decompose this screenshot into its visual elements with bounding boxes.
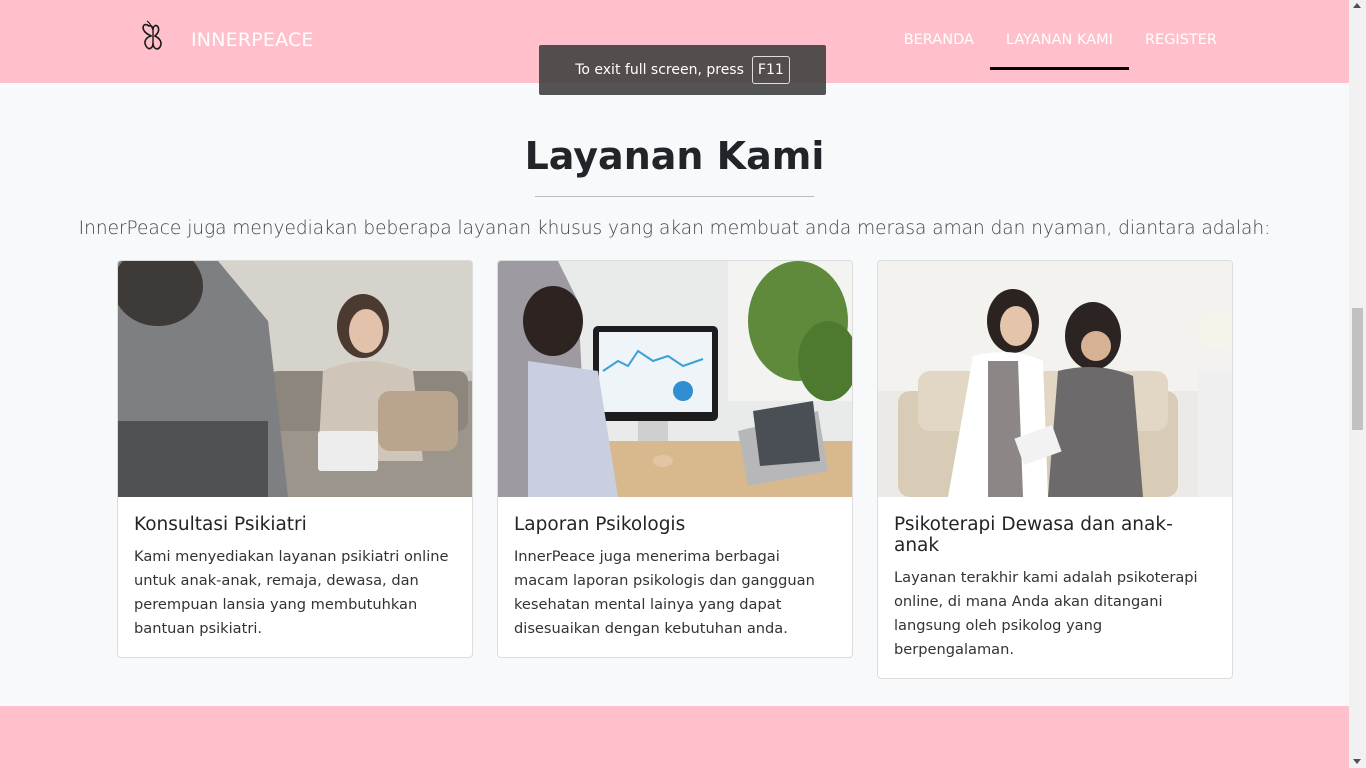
- butterfly-icon: [142, 20, 162, 50]
- scroll-up-icon[interactable]: [1353, 3, 1361, 8]
- fullscreen-toast-text: To exit full screen, press: [575, 62, 744, 78]
- card-image: [118, 261, 472, 497]
- service-card: Laporan Psikologis InnerPeace juga mener…: [497, 260, 853, 658]
- brand-name: INNERPEACE: [191, 29, 314, 51]
- scroll-down-icon[interactable]: [1353, 759, 1361, 764]
- nav-item-register[interactable]: REGISTER: [1129, 0, 1233, 83]
- card-text: Kami menyediakan layanan psikiatri onlin…: [134, 548, 449, 637]
- scrollbar-thumb[interactable]: [1352, 308, 1363, 430]
- card-body: Laporan Psikologis InnerPeace juga mener…: [498, 497, 852, 657]
- nav-menu: BERANDA LAYANAN KAMI REGISTER: [888, 0, 1233, 83]
- fullscreen-toast: To exit full screen, press F11: [539, 45, 826, 95]
- card-text: Layanan terakhir kami adalah psikoterapi…: [894, 569, 1198, 658]
- card-body: Konsultasi Psikiatri Kami menyediakan la…: [118, 497, 472, 657]
- card-image: [878, 261, 1232, 497]
- section-lead: InnerPeace juga menyediakan beberapa lay…: [78, 218, 1271, 239]
- card-title: Psikoterapi Dewasa dan anak-anak: [894, 514, 1173, 556]
- card-image: [498, 261, 852, 497]
- card-body: Psikoterapi Dewasa dan anak-anak Layanan…: [878, 497, 1232, 678]
- nav-item-layanan-kami[interactable]: LAYANAN KAMI: [989, 0, 1130, 83]
- scrollbar[interactable]: [1349, 0, 1366, 768]
- service-card: Psikoterapi Dewasa dan anak-anak Layanan…: [877, 260, 1233, 679]
- footer-band: [0, 706, 1349, 768]
- brand[interactable]: INNERPEACE: [140, 20, 314, 60]
- title-divider: [535, 196, 814, 197]
- nav-item-beranda[interactable]: BERANDA: [888, 0, 990, 83]
- card-text: InnerPeace juga menerima berbagai macam …: [514, 548, 815, 637]
- card-title: Konsultasi Psikiatri: [134, 514, 307, 535]
- page: INNERPEACE BERANDA LAYANAN KAMI REGISTER…: [0, 0, 1349, 768]
- card-title: Laporan Psikologis: [514, 514, 686, 535]
- service-card: Konsultasi Psikiatri Kami menyediakan la…: [117, 260, 473, 658]
- fullscreen-key: F11: [751, 56, 790, 84]
- section-title: Layanan Kami: [524, 134, 825, 178]
